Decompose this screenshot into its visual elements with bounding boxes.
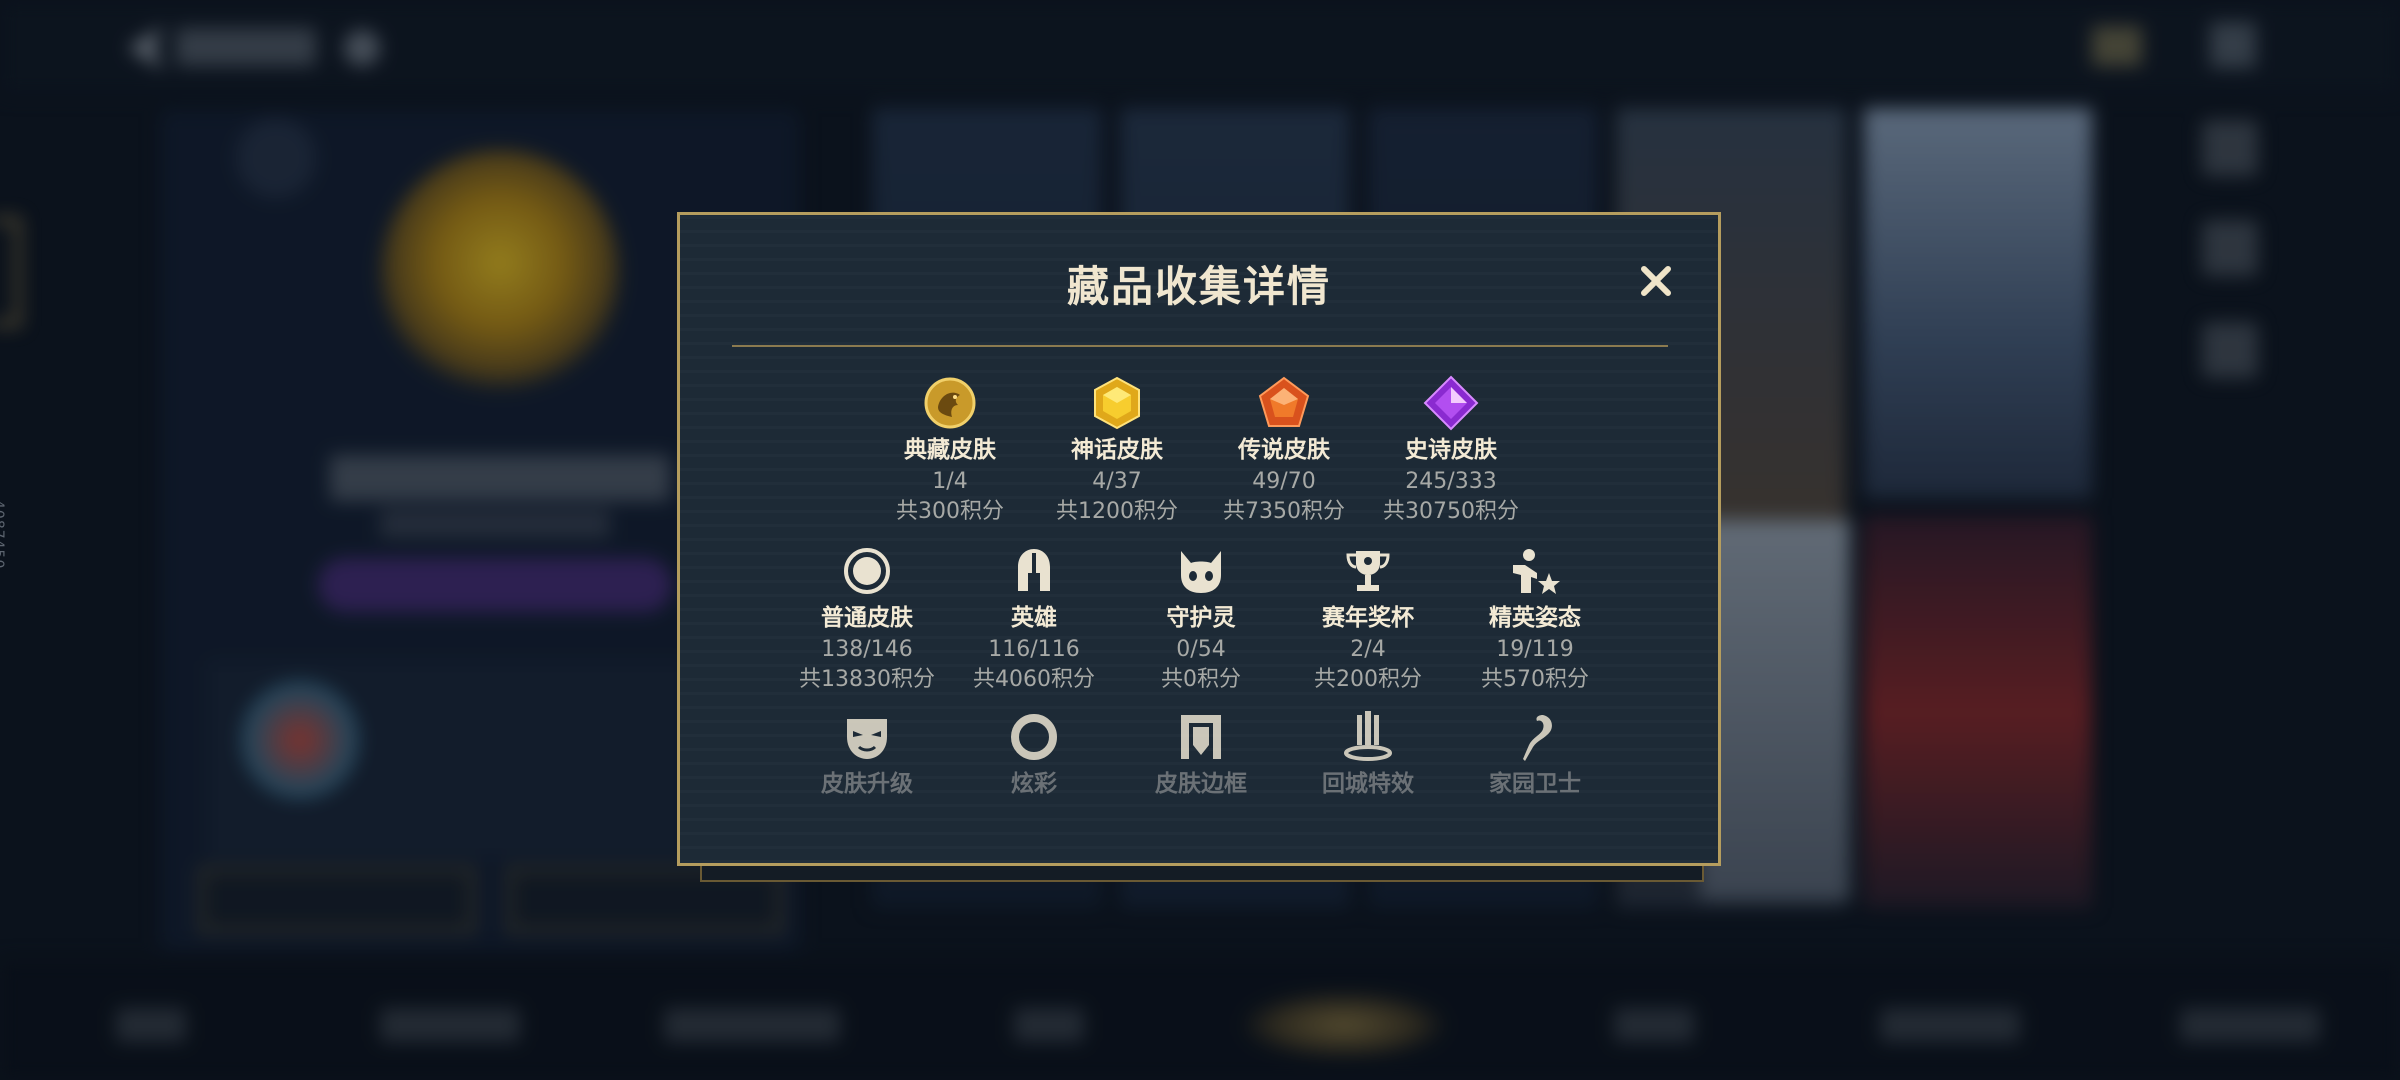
collection-item-home-guard[interactable]: 家园卫士 <box>1440 709 1630 799</box>
collection-item-recall-effect[interactable]: 回城特效 <box>1273 709 1463 799</box>
item-label: 皮肤边框 <box>1155 771 1247 797</box>
item-points: 共7350积分 <box>1223 499 1345 524</box>
collection-item-chroma[interactable]: 炫彩 <box>939 709 1129 799</box>
item-count: 0/54 <box>1176 637 1226 662</box>
item-label: 回城特效 <box>1322 771 1414 797</box>
close-icon <box>1641 266 1671 296</box>
close-button[interactable] <box>1634 259 1678 303</box>
item-count: 49/70 <box>1252 469 1316 494</box>
modal-shadow <box>700 866 1704 882</box>
title-divider <box>732 345 1668 347</box>
item-label: 精英姿态 <box>1489 605 1581 631</box>
item-count: 1/4 <box>932 469 968 494</box>
item-label: 普通皮肤 <box>821 605 913 631</box>
item-label: 赛年奖杯 <box>1322 605 1414 631</box>
item-count: 116/116 <box>988 637 1080 662</box>
purple-diamond-gem-icon <box>1423 375 1479 431</box>
item-count: 2/4 <box>1350 637 1386 662</box>
item-count: 4/37 <box>1092 469 1142 494</box>
mask-icon <box>847 719 887 759</box>
collection-details-dialog: 藏品收集详情 典藏皮肤 1/4 共300积分 神话皮肤 4/37 共1200积分 <box>677 212 1721 866</box>
item-label: 炫彩 <box>1011 771 1057 797</box>
ring-icon <box>1011 714 1057 760</box>
item-points: 共30750积分 <box>1383 499 1519 524</box>
trophy-icon <box>1346 551 1390 591</box>
item-points: 共1200积分 <box>1056 499 1178 524</box>
dragon-emblem-icon <box>924 377 976 429</box>
item-count: 19/119 <box>1496 637 1574 662</box>
item-label: 皮肤升级 <box>821 771 913 797</box>
item-label: 守护灵 <box>1166 605 1236 631</box>
item-label: 史诗皮肤 <box>1405 437 1497 463</box>
item-count: 245/333 <box>1405 469 1497 494</box>
elite-pose-icon <box>1513 549 1560 594</box>
item-points: 共200积分 <box>1314 667 1422 692</box>
collection-item-mythic-skins[interactable]: 神话皮肤 4/37 共1200积分 <box>1022 375 1212 527</box>
orange-pentagon-gem-icon <box>1258 376 1310 427</box>
collection-item-legend-skins[interactable]: 传说皮肤 49/70 共7350积分 <box>1189 375 1379 527</box>
collection-item-epic-skins[interactable]: 史诗皮肤 245/333 共30750积分 <box>1356 375 1546 527</box>
collection-item-normal-skins[interactable]: 普通皮肤 138/146 共13830积分 <box>772 543 962 695</box>
item-label: 传说皮肤 <box>1238 437 1330 463</box>
item-label: 神话皮肤 <box>1071 437 1163 463</box>
collection-item-skin-upgrade[interactable]: 皮肤升级 <box>772 709 962 799</box>
gold-hexagon-gem-icon <box>1094 376 1140 430</box>
skin-frame-icon <box>1181 715 1221 759</box>
helmet-icon <box>1018 549 1050 591</box>
guardian-spirit-icon <box>1181 551 1221 593</box>
item-points: 共300积分 <box>896 499 1004 524</box>
collection-item-skin-frame[interactable]: 皮肤边框 <box>1106 709 1296 799</box>
recall-effect-icon <box>1344 711 1392 761</box>
item-count: 138/146 <box>821 637 913 662</box>
collection-item-collector-skins[interactable]: 典藏皮肤 1/4 共300积分 <box>855 375 1045 527</box>
dialog-title: 藏品收集详情 <box>1066 262 1331 311</box>
home-guard-icon <box>1523 715 1552 761</box>
collection-item-heroes[interactable]: 英雄 116/116 共4060积分 <box>939 543 1129 695</box>
item-points: 共570积分 <box>1481 667 1589 692</box>
item-label: 英雄 <box>1011 605 1057 631</box>
collection-item-guardian-spirits[interactable]: 守护灵 0/54 共0积分 <box>1106 543 1296 695</box>
side-id-label: 4087450 <box>0 500 6 570</box>
item-points: 共4060积分 <box>973 667 1095 692</box>
ring-circle-icon <box>844 548 890 594</box>
item-points: 共13830积分 <box>799 667 935 692</box>
collection-item-elite-poses[interactable]: 精英姿态 19/119 共570积分 <box>1440 543 1630 695</box>
item-label: 家园卫士 <box>1489 771 1581 797</box>
item-points: 共0积分 <box>1161 667 1241 692</box>
item-label: 典藏皮肤 <box>904 437 996 463</box>
collection-item-season-trophies[interactable]: 赛年奖杯 2/4 共200积分 <box>1273 543 1463 695</box>
